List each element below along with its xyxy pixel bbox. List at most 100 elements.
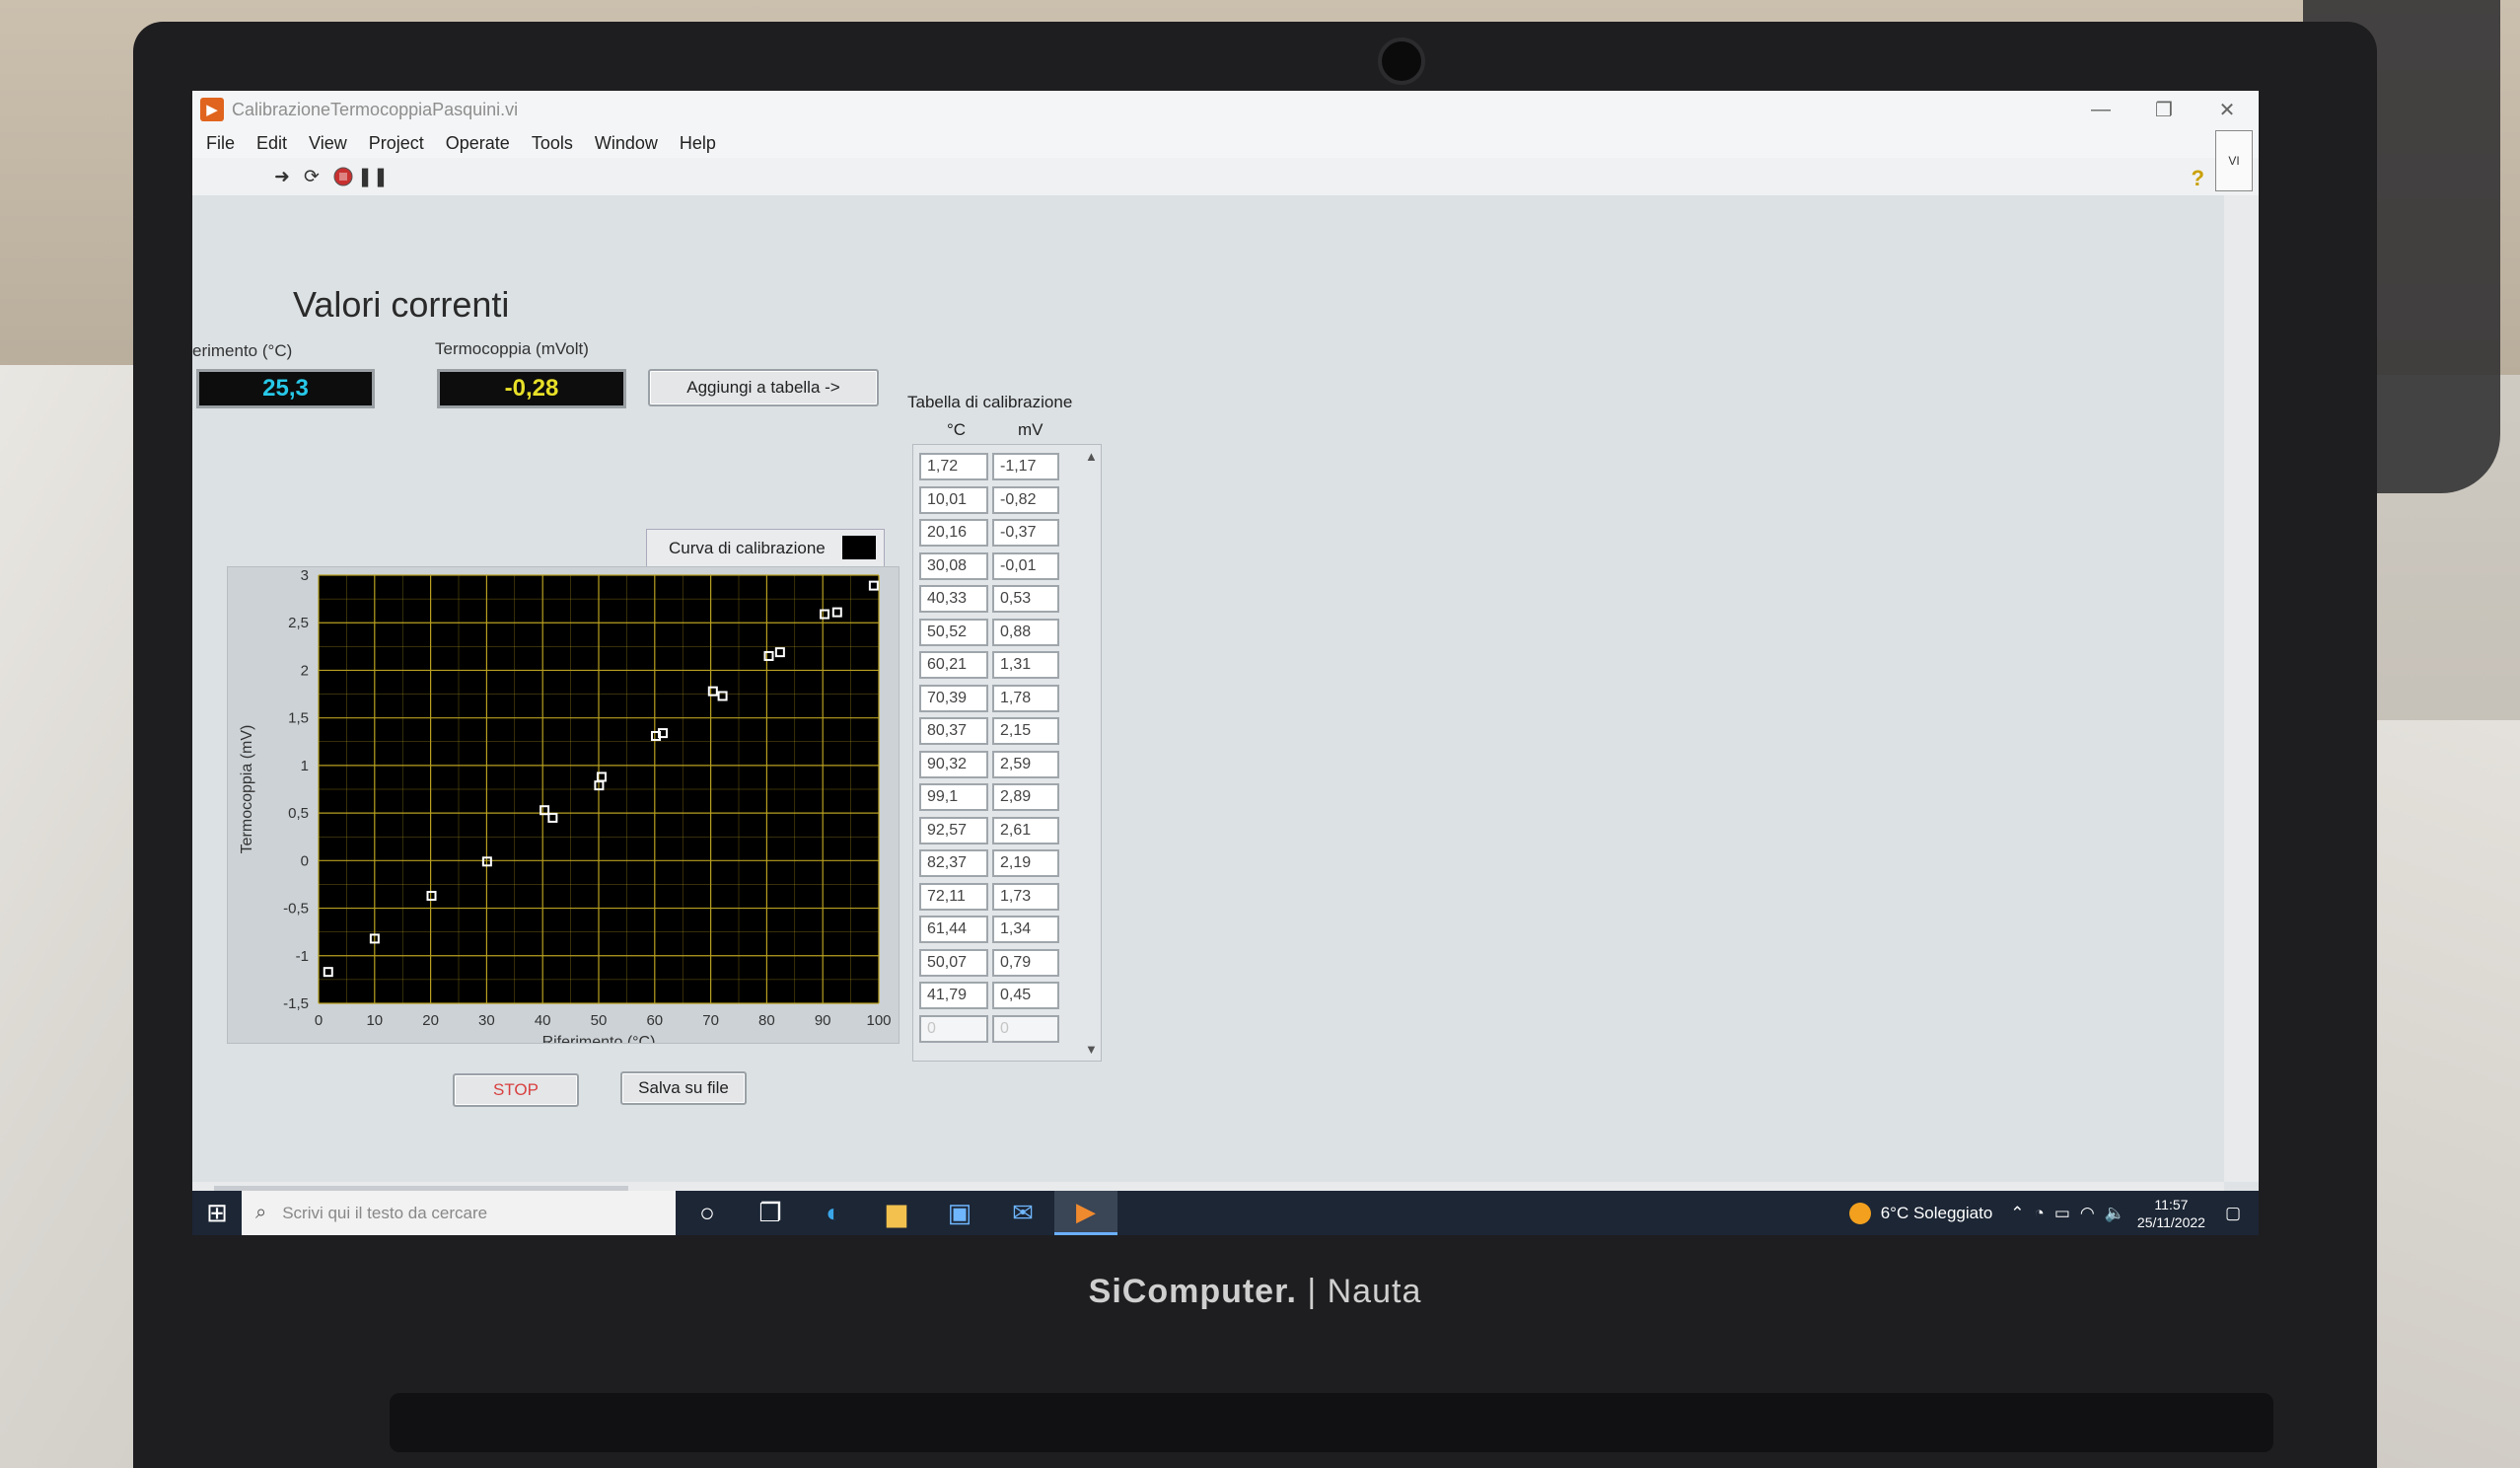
table-cell-celsius[interactable]: 60,21 <box>919 651 988 679</box>
save-to-file-button[interactable]: Salva su file <box>620 1071 747 1105</box>
system-tray: 6°C Soleggiato ⌃ ◔ ▭ ◠ 🔈 11:57 25/11/202… <box>1848 1191 2259 1235</box>
menu-view[interactable]: View <box>309 133 347 154</box>
panel-vertical-scrollbar[interactable] <box>2224 195 2259 1182</box>
brand-model: Nauta <box>1327 1273 1422 1310</box>
run-arrow-icon[interactable]: ➜ <box>271 166 293 187</box>
search-icon: ⌕ <box>255 1202 267 1223</box>
tray-chevron-icon[interactable]: ⌃ <box>2010 1204 2024 1223</box>
laptop-brand: SiComputer. | Nauta <box>133 1273 2377 1311</box>
table-cell-mv[interactable]: 1,73 <box>992 882 1059 911</box>
pause-icon[interactable]: ❚❚ <box>357 166 389 187</box>
clock-time: 11:57 <box>2154 1196 2189 1212</box>
store-icon[interactable]: ▣ <box>928 1191 991 1235</box>
table-cell-mv[interactable]: 1,34 <box>992 916 1059 943</box>
labview-icon[interactable]: ▶ <box>1054 1191 1117 1235</box>
table-cell-mv[interactable]: 2,15 <box>992 717 1059 745</box>
table-cell-celsius[interactable]: 72,11 <box>919 882 988 911</box>
table-cell-mv[interactable]: 2,89 <box>992 783 1059 811</box>
edge-icon[interactable]: ◐ <box>802 1191 865 1235</box>
menu-project[interactable]: Project <box>369 133 424 154</box>
table-cell-celsius[interactable]: 82,37 <box>919 849 988 877</box>
plot-legend[interactable]: Curva di calibrazione <box>646 529 885 568</box>
table-cell-mv[interactable]: 0,79 <box>992 948 1059 977</box>
table-scrollbar[interactable]: ▲ ▼ <box>1083 445 1099 1061</box>
table-cell-mv[interactable]: 0,53 <box>992 585 1059 613</box>
table-cell-celsius[interactable]: 50,07 <box>919 948 988 977</box>
tray-battery-icon[interactable]: ▭ <box>2054 1204 2070 1223</box>
clock[interactable]: 11:57 25/11/2022 <box>2137 1196 2205 1231</box>
table-cell-mv[interactable]: -0,01 <box>992 551 1059 580</box>
taskbar-search[interactable]: ⌕ Scrivi qui il testo da cercare <box>242 1191 676 1235</box>
section-heading: Valori correnti <box>293 284 510 325</box>
legend-label: Curva di calibrazione <box>669 539 826 557</box>
close-button[interactable]: ✕ <box>2196 91 2259 128</box>
maximize-button[interactable]: ❐ <box>2132 91 2196 128</box>
tray-volume-icon[interactable]: 🔈 <box>2105 1204 2125 1223</box>
y-tick-label: 0 <box>301 852 309 869</box>
table-cell-mv[interactable]: 2,59 <box>992 750 1059 778</box>
table-title: Tabella di calibrazione <box>907 393 1073 411</box>
tray-wifi-icon[interactable]: ◠ <box>2080 1204 2095 1223</box>
menu-file[interactable]: File <box>206 133 235 154</box>
table-cell-mv[interactable]: 1,31 <box>992 651 1059 679</box>
table-cell-celsius[interactable]: 40,33 <box>919 585 988 613</box>
y-tick-label: -1 <box>296 948 309 965</box>
table-cell-celsius[interactable]: 99,1 <box>919 783 988 811</box>
table-cell-mv[interactable]: 2,61 <box>992 816 1059 844</box>
thermocouple-indicator: -0,28 <box>437 369 626 408</box>
table-cell-celsius[interactable]: 10,01 <box>919 485 988 514</box>
menu-tools[interactable]: Tools <box>532 133 573 154</box>
table-cell-mv[interactable]: 0,88 <box>992 618 1059 646</box>
table-cell-celsius[interactable]: 50,52 <box>919 618 988 646</box>
table-cell-mv[interactable]: 1,78 <box>992 684 1059 712</box>
menu-operate[interactable]: Operate <box>446 133 510 154</box>
y-tick-label: 0,5 <box>288 805 309 822</box>
table-cell-mv[interactable]: -0,82 <box>992 485 1059 514</box>
table-cell-mv[interactable]: -0,37 <box>992 519 1059 547</box>
scroll-down-icon[interactable]: ▼ <box>1085 1042 1098 1057</box>
stop-button[interactable]: STOP <box>453 1073 579 1107</box>
table-cell-mv[interactable]: 0,45 <box>992 982 1059 1009</box>
explorer-icon[interactable]: ▆ <box>865 1191 928 1235</box>
table-cell-celsius[interactable]: 92,57 <box>919 816 988 844</box>
table-cell-celsius[interactable]: 1,72 <box>919 453 988 480</box>
table-cell-celsius[interactable]: 80,37 <box>919 717 988 745</box>
weather-sun-icon <box>1848 1202 1871 1224</box>
table-cell-mv[interactable]: -1,17 <box>992 453 1059 480</box>
weather-text[interactable]: 6°C Soleggiato <box>1881 1204 1993 1223</box>
table-cell-celsius[interactable]: 90,32 <box>919 750 988 778</box>
menu-window[interactable]: Window <box>595 133 658 154</box>
task-view-icon[interactable]: ❐ <box>739 1191 802 1235</box>
y-tick-label: 2 <box>301 662 309 679</box>
table-cell-celsius[interactable]: 30,08 <box>919 551 988 580</box>
abort-icon[interactable] <box>332 166 354 187</box>
menu-help[interactable]: Help <box>680 133 716 154</box>
reference-indicator: 25,3 <box>196 369 375 408</box>
windows-start-icon[interactable]: ⊞ <box>192 1191 242 1235</box>
notifications-icon[interactable]: ▢ <box>2225 1204 2241 1223</box>
tray-network-icon[interactable]: ◔ <box>2035 1204 2045 1223</box>
legend-marker-swatch <box>842 536 876 559</box>
cortana-icon[interactable]: ○ <box>676 1191 739 1235</box>
table-cell-celsius[interactable]: 0 <box>919 1014 988 1043</box>
table-cell-celsius[interactable]: 20,16 <box>919 519 988 547</box>
table-cell-mv[interactable]: 0 <box>992 1014 1059 1043</box>
brand-separator: | <box>1307 1273 1328 1310</box>
context-help-icon[interactable]: ? <box>2192 166 2204 191</box>
x-tick-label: 100 <box>866 1012 891 1029</box>
table-cell-mv[interactable]: 2,19 <box>992 849 1059 877</box>
table-cell-celsius[interactable]: 70,39 <box>919 684 988 712</box>
table-cell-celsius[interactable]: 41,79 <box>919 982 988 1009</box>
x-tick-label: 50 <box>591 1012 608 1029</box>
y-tick-label: -0,5 <box>283 901 309 918</box>
run-continuously-icon[interactable]: ⟳ <box>301 166 323 187</box>
mail-icon[interactable]: ✉ <box>991 1191 1054 1235</box>
table-cell-celsius[interactable]: 61,44 <box>919 916 988 943</box>
scroll-up-icon[interactable]: ▲ <box>1085 449 1098 464</box>
minimize-button[interactable]: — <box>2069 91 2132 128</box>
front-panel: Valori correnti erimento (°C) 25,3 Termo… <box>192 195 2224 1182</box>
menu-edit[interactable]: Edit <box>256 133 287 154</box>
add-to-table-button[interactable]: Aggiungi a tabella -> <box>648 369 879 406</box>
y-tick-label: 1,5 <box>288 710 309 727</box>
x-axis-label: Riferimento (°C) <box>542 1034 656 1043</box>
